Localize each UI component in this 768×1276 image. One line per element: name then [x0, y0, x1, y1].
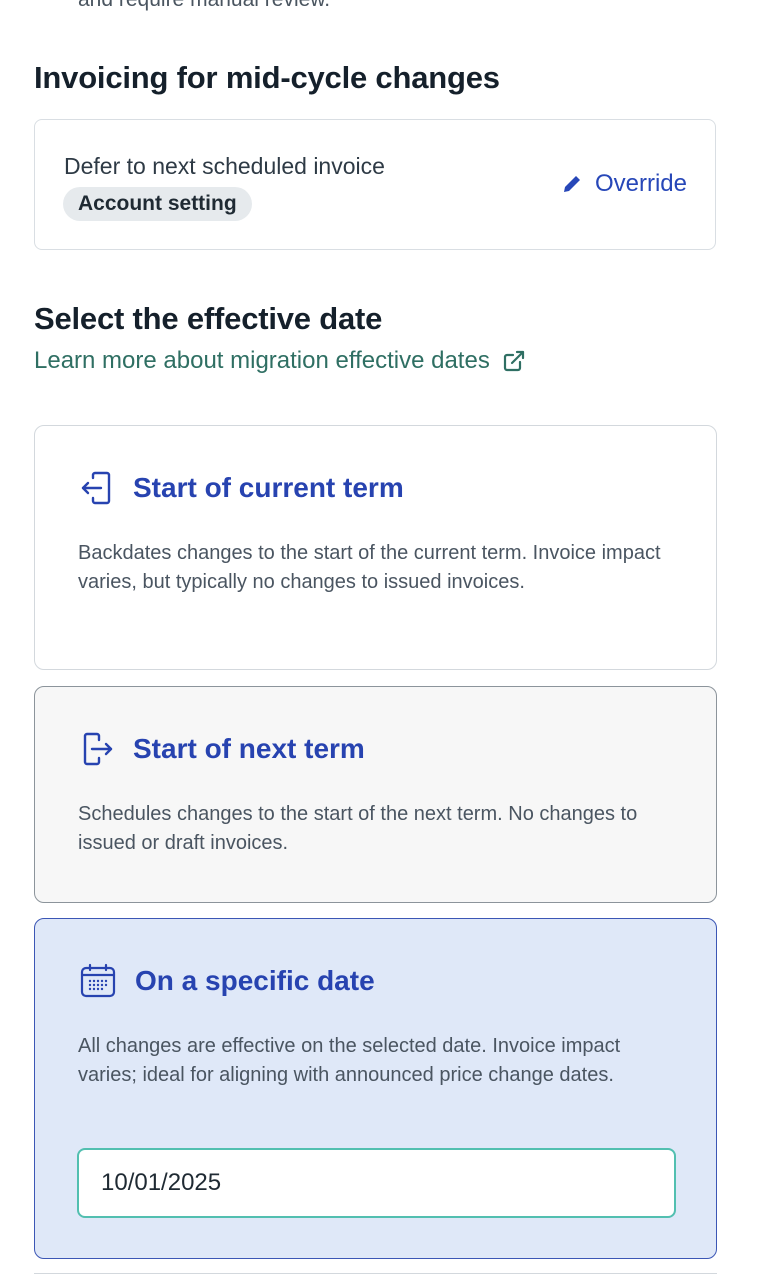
- pencil-icon: [561, 173, 583, 195]
- option-title: On a specific date: [135, 965, 375, 996]
- learn-more-label: Learn more about migration effective dat…: [34, 347, 490, 374]
- effective-date-heading: Select the effective date: [34, 301, 383, 336]
- option-description: Backdates changes to the start of the cu…: [78, 542, 661, 593]
- effective-date-input[interactable]: [77, 1148, 676, 1218]
- learn-more-link[interactable]: Learn more about migration effective dat…: [34, 347, 526, 375]
- override-button[interactable]: Override: [561, 170, 687, 198]
- option-on-a-specific-date[interactable]: On a specific date All changes are effec…: [34, 918, 717, 1259]
- option-start-of-current-term[interactable]: Start of current term Backdates changes …: [34, 425, 717, 670]
- calendar-icon: [79, 963, 117, 999]
- option-title: Start of current term: [133, 472, 404, 503]
- option-start-of-next-term[interactable]: Start of next term Schedules changes to …: [34, 686, 717, 903]
- invoicing-setting-value: Defer to next scheduled invoice: [64, 153, 385, 179]
- next-card-edge: [34, 1273, 717, 1274]
- invoicing-setting-card: Defer to next scheduled invoice Account …: [34, 119, 716, 250]
- account-setting-badge: Account setting: [63, 187, 252, 221]
- arrow-out-of-door-icon: [79, 731, 115, 767]
- option-description: Schedules changes to the start of the ne…: [78, 803, 638, 854]
- invoicing-heading: Invoicing for mid-cycle changes: [34, 60, 500, 95]
- option-title: Start of next term: [133, 733, 365, 764]
- external-link-icon: [502, 349, 526, 373]
- option-description: All changes are effective on the selecte…: [78, 1035, 621, 1086]
- previous-section-text: and require manual review.: [78, 0, 330, 12]
- override-label: Override: [594, 170, 687, 197]
- arrow-into-door-icon: [79, 470, 115, 506]
